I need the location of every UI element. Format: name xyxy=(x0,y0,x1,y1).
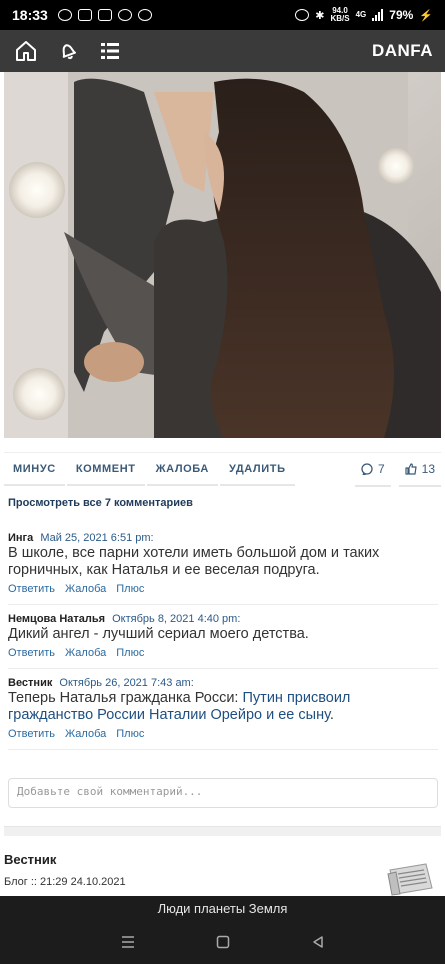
comment-item: Немцова Наталья Октябрь 8, 2021 4:40 pm:… xyxy=(8,605,438,669)
comment-author[interactable]: Инга xyxy=(8,532,33,544)
blog-author[interactable]: Вестник xyxy=(4,852,56,867)
reply-link[interactable]: Ответить xyxy=(8,728,55,740)
brand-title[interactable]: DANFA xyxy=(372,41,433,61)
plus-link[interactable]: Плюс xyxy=(116,728,144,740)
likes-count: 13 xyxy=(421,462,435,476)
home-icon xyxy=(16,41,36,61)
plus-link[interactable]: Плюс xyxy=(116,647,144,659)
newspaper-icon[interactable] xyxy=(386,860,436,896)
bluetooth-icon: ✱ xyxy=(315,9,325,22)
photo-illustration xyxy=(4,72,441,438)
reply-link[interactable]: Ответить xyxy=(8,647,55,659)
home-button[interactable] xyxy=(12,37,40,65)
bell-icon xyxy=(62,44,77,60)
network-type: 4G xyxy=(355,10,367,19)
comment-text: Дикий ангел - лучший сериал моего детств… xyxy=(8,626,309,642)
report-link[interactable]: Жалоба xyxy=(65,647,106,659)
comments-count: 7 xyxy=(377,462,385,476)
blog-meta: Блог :: 21:29 24.10.2021 xyxy=(4,876,126,888)
bottom-bar: Люди планеты Земля xyxy=(0,896,445,964)
comments-counter[interactable]: 7 xyxy=(354,454,391,487)
report-button[interactable]: ЖАЛОБА xyxy=(146,455,218,486)
reply-link[interactable]: Ответить xyxy=(8,583,55,595)
delete-button[interactable]: УДАЛИТЬ xyxy=(219,455,295,486)
comment-author[interactable]: Вестник xyxy=(8,677,52,689)
battery-level: 79% xyxy=(389,8,414,22)
list-icon xyxy=(101,43,119,59)
status-bar: 18:33 ✱ 94.0 KB/S 4G 79% ⚡ xyxy=(0,0,445,30)
footer-caption[interactable]: Люди планеты Земля xyxy=(0,896,445,916)
notification-icon xyxy=(57,9,72,21)
back-triangle-icon xyxy=(312,936,323,948)
comment-date[interactable]: Октябрь 26, 2021 7:43 am: xyxy=(59,677,193,689)
charging-icon: ⚡ xyxy=(419,9,433,22)
app-bar: DANFA xyxy=(0,30,445,72)
app-notification-icon xyxy=(77,9,92,21)
comment-button[interactable]: КОММЕНТ xyxy=(66,455,145,486)
plus-link[interactable]: Плюс xyxy=(116,583,144,595)
likes-counter[interactable]: 13 xyxy=(398,454,441,487)
post-photo[interactable] xyxy=(4,72,441,438)
comments-list: Инга Май 25, 2021 6:51 pm: В школе, все … xyxy=(8,524,438,750)
minus-button[interactable]: МИНУС xyxy=(4,455,65,486)
report-link[interactable]: Жалоба xyxy=(65,728,106,740)
heart-icon xyxy=(117,9,132,21)
square-icon xyxy=(216,935,229,949)
thumbs-up-icon xyxy=(405,463,417,475)
speed-indicator: 94.0 KB/S xyxy=(330,6,350,23)
comment-item: Инга Май 25, 2021 6:51 pm: В школе, все … xyxy=(8,524,438,605)
comment-icon xyxy=(361,463,373,475)
comment-author[interactable]: Немцова Наталья xyxy=(8,613,105,625)
comment-text: Теперь Наталья гражданка Росси: Путин пр… xyxy=(8,690,351,723)
status-time: 18:33 xyxy=(12,7,48,23)
home-nav-button[interactable] xyxy=(211,930,235,954)
back-button[interactable] xyxy=(306,930,330,954)
alarm-icon xyxy=(295,9,310,21)
view-all-comments-link[interactable]: Просмотреть все 7 комментариев xyxy=(8,497,193,509)
comment-text: В школе, все парни хотели иметь большой … xyxy=(8,545,380,578)
comment-date[interactable]: Май 25, 2021 6:51 pm: xyxy=(40,532,153,544)
menu-lines-icon xyxy=(121,936,134,948)
recent-apps-button[interactable] xyxy=(116,930,140,954)
shield-icon xyxy=(137,9,152,21)
report-link[interactable]: Жалоба xyxy=(65,583,106,595)
menu-button[interactable] xyxy=(96,37,124,65)
post-actions: МИНУС КОММЕНТ ЖАЛОБА УДАЛИТЬ 7 13 xyxy=(4,452,441,488)
message-icon xyxy=(97,9,112,21)
comment-date[interactable]: Октябрь 8, 2021 4:40 pm: xyxy=(112,613,240,625)
signal-icon xyxy=(372,9,384,21)
comment-input[interactable]: Добавьте свой комментарий... xyxy=(8,778,438,808)
comment-item: Вестник Октябрь 26, 2021 7:43 am: Теперь… xyxy=(8,669,438,750)
section-divider xyxy=(4,826,441,836)
notifications-button[interactable] xyxy=(54,37,82,65)
